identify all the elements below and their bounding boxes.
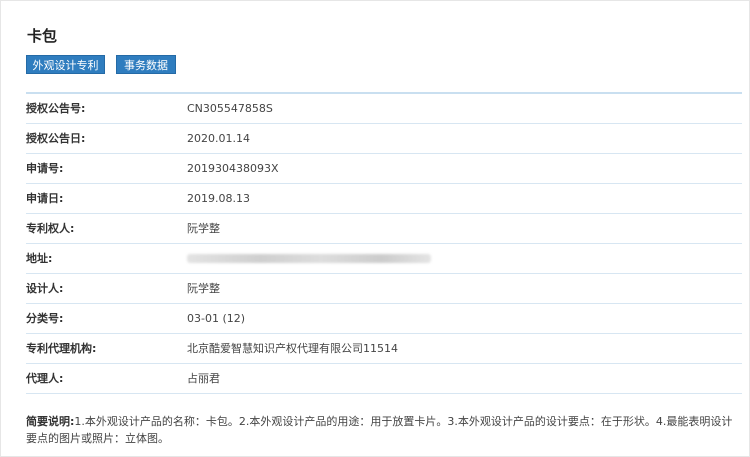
field-value: 阮学整 [187,282,220,295]
description-text: 1.本外观设计产品的名称：卡包。2.本外观设计产品的用途：用于放置卡片。3.本外… [26,415,733,445]
brief-description: 简要说明:1.本外观设计产品的名称：卡包。2.本外观设计产品的用途：用于放置卡片… [26,413,742,447]
row-designer: 设计人: 阮学整 [26,274,742,304]
field-label: 代理人: [26,372,64,385]
page-title: 卡包 [27,27,58,45]
redacted-address [187,254,431,263]
field-value: 201930438093X [187,162,279,175]
field-label: 分类号: [26,312,64,325]
field-label: 专利权人: [26,222,75,235]
field-value: 占丽君 [187,372,220,385]
row-agency: 专利代理机构: 北京酷爱智慧知识产权代理有限公司11514 [26,334,742,364]
field-value: 2020.01.14 [187,132,250,145]
row-classification: 分类号: 03-01 (12) [26,304,742,334]
row-patentee: 专利权人: 阮学整 [26,214,742,244]
field-value: CN305547858S [187,102,273,115]
field-value: 2019.08.13 [187,192,250,205]
field-label: 地址: [26,252,53,265]
field-label: 申请号: [26,162,64,175]
field-label: 专利代理机构: [26,342,97,355]
design-patent-button[interactable]: 外观设计专利 [26,55,105,74]
field-value: 03-01 (12) [187,312,246,325]
field-label: 设计人: [26,282,64,295]
row-application-date: 申请日: 2019.08.13 [26,184,742,214]
row-agent: 代理人: 占丽君 [26,364,742,394]
row-application-number: 申请号: 201930438093X [26,154,742,184]
field-label: 授权公告号: [26,102,86,115]
row-grant-number: 授权公告号: CN305547858S [26,94,742,124]
field-label: 授权公告日: [26,132,86,145]
field-value: 阮学整 [187,222,220,235]
row-address: 地址: [26,244,742,274]
description-label: 简要说明: [26,415,75,428]
row-grant-date: 授权公告日: 2020.01.14 [26,124,742,154]
patent-info-table: 授权公告号: CN305547858S 授权公告日: 2020.01.14 申请… [26,92,742,394]
field-value: 北京酷爱智慧知识产权代理有限公司11514 [187,342,398,355]
field-label: 申请日: [26,192,64,205]
transaction-data-button[interactable]: 事务数据 [116,55,176,74]
